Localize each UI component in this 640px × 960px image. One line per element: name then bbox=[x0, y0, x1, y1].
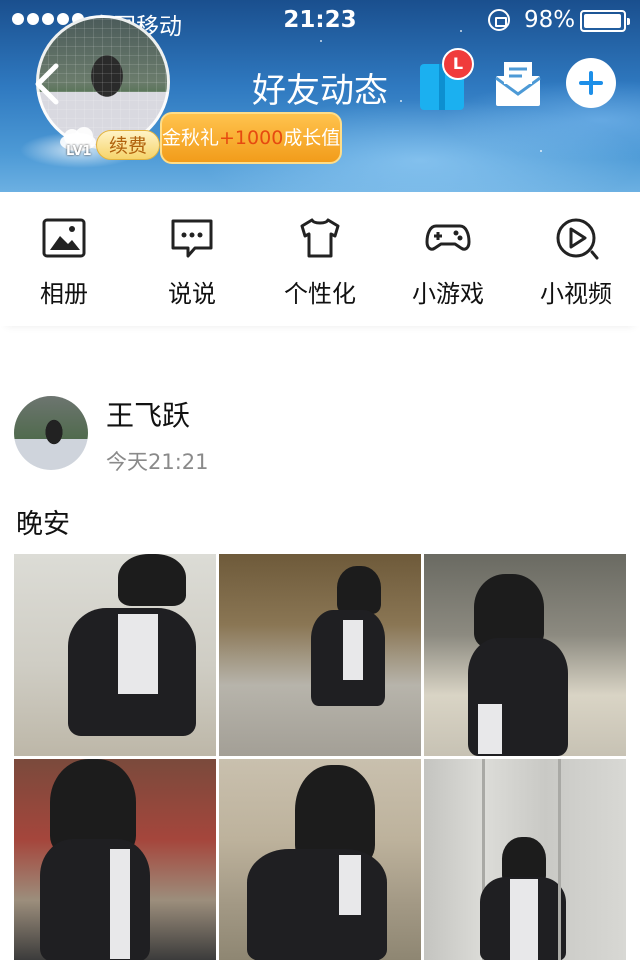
tshirt-icon bbox=[300, 218, 340, 258]
gift-box-button[interactable]: L bbox=[416, 48, 474, 110]
photo-album-icon bbox=[42, 218, 86, 258]
add-post-button[interactable] bbox=[566, 58, 616, 108]
nav-label: 说说 bbox=[168, 280, 216, 308]
notification-badge: L bbox=[442, 48, 474, 80]
promo-prefix: 金秋礼 bbox=[162, 127, 220, 149]
rotation-lock-icon bbox=[488, 9, 510, 31]
nav-label: 相册 bbox=[40, 280, 88, 308]
battery-percentage: 98% bbox=[524, 7, 576, 33]
post-author-avatar[interactable] bbox=[14, 396, 88, 470]
nav-item-shuoshuo[interactable]: 说说 bbox=[128, 214, 256, 314]
profile-header: 中国移动 21:23 98% LV1 续费 金秋礼+1000成长值 好友动态 L bbox=[0, 0, 640, 192]
star-decoration bbox=[320, 40, 322, 42]
nav-item-short-video[interactable]: 小视频 bbox=[512, 214, 640, 314]
post-photo-grid bbox=[14, 554, 626, 960]
renew-vip-button[interactable]: 续费 bbox=[96, 130, 161, 160]
battery-icon bbox=[580, 10, 630, 32]
post-photo[interactable] bbox=[424, 554, 626, 756]
quick-nav-bar: 相册 说说 个性化 小游戏 小视频 bbox=[0, 192, 640, 326]
post-author-name[interactable]: 王飞跃 bbox=[106, 394, 190, 434]
post-photo[interactable] bbox=[219, 554, 421, 756]
promo-growth-banner[interactable]: 金秋礼+1000成长值 bbox=[160, 112, 342, 164]
nav-label: 个性化 bbox=[284, 280, 356, 308]
page-title: 好友动态 bbox=[252, 71, 388, 111]
post-content: 晚安 bbox=[16, 509, 70, 540]
nav-label: 小视频 bbox=[540, 280, 612, 308]
back-chevron-icon[interactable] bbox=[28, 60, 68, 108]
post-photo[interactable] bbox=[14, 554, 216, 756]
nav-label: 小游戏 bbox=[412, 280, 484, 308]
nav-item-album[interactable]: 相册 bbox=[0, 214, 128, 314]
play-video-icon bbox=[556, 218, 599, 260]
post-photo[interactable] bbox=[14, 759, 216, 960]
star-decoration bbox=[540, 150, 542, 152]
post-photo[interactable] bbox=[219, 759, 421, 960]
post-photo[interactable] bbox=[424, 759, 626, 960]
level-badge: LV1 bbox=[66, 144, 92, 159]
promo-suffix: 成长值 bbox=[283, 127, 341, 149]
mail-icon[interactable] bbox=[492, 58, 544, 110]
nav-item-minigame[interactable]: 小游戏 bbox=[384, 214, 512, 314]
promo-amount: +1000 bbox=[219, 127, 284, 149]
post-timestamp: 今天21:21 bbox=[106, 450, 209, 474]
chat-bubble-icon bbox=[171, 219, 213, 258]
gamepad-icon bbox=[425, 224, 471, 251]
nav-item-personalize[interactable]: 个性化 bbox=[256, 214, 384, 314]
